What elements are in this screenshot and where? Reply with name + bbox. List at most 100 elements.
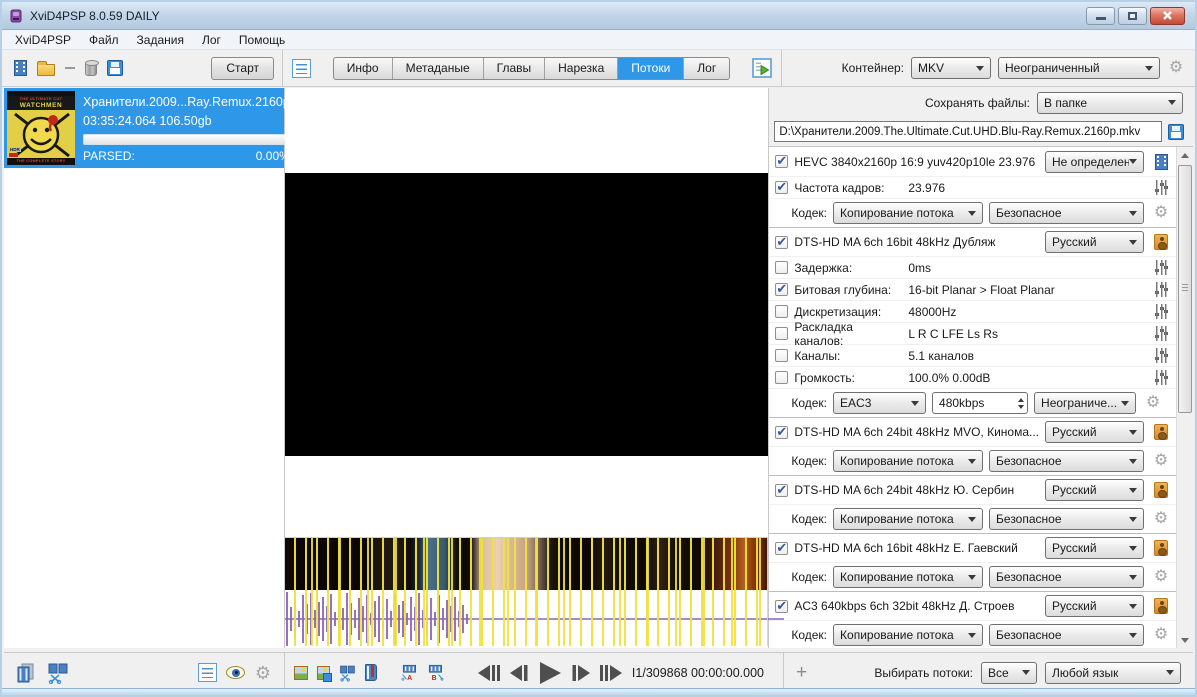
stream-language-dropdown[interactable]: Не определен xyxy=(1045,151,1144,173)
tab-info[interactable]: Инфо xyxy=(334,58,393,79)
codec-mode-dropdown[interactable]: Неограниче... xyxy=(1034,392,1136,414)
task-list-icon[interactable] xyxy=(292,59,311,78)
codec-mode-dropdown[interactable]: Безопасное xyxy=(989,202,1144,224)
prop-checkbox[interactable] xyxy=(775,283,788,296)
menu-help[interactable]: Помощь xyxy=(230,31,294,49)
codec-dropdown[interactable]: Копирование потока xyxy=(833,566,983,588)
preview-eye-icon[interactable] xyxy=(226,666,245,679)
language-filter-dropdown[interactable]: Любой язык xyxy=(1045,662,1181,684)
play-button[interactable] xyxy=(537,661,563,685)
trim-end-b-icon[interactable]: B xyxy=(427,662,444,684)
queue-list-icon[interactable] xyxy=(198,663,217,682)
prop-checkbox[interactable] xyxy=(775,371,788,384)
trim-start-a-icon[interactable]: A xyxy=(401,662,418,684)
codec-settings-gear-icon[interactable]: ⚙ xyxy=(1152,627,1170,643)
spinner-down-icon[interactable] xyxy=(1018,405,1024,409)
bitrate-spinner[interactable]: 480kbps xyxy=(932,392,1028,414)
codec-settings-gear-icon[interactable]: ⚙ xyxy=(1152,569,1170,585)
stream-scrollbar[interactable] xyxy=(1176,147,1193,648)
stream-language-dropdown[interactable]: Русский xyxy=(1045,537,1144,559)
save-icon[interactable] xyxy=(107,60,123,76)
next-frame-button[interactable] xyxy=(570,664,592,682)
settings-gear-icon[interactable]: ⚙ xyxy=(254,665,272,681)
menu-xvid4psp[interactable]: XviD4PSP xyxy=(6,31,80,49)
codec-mode-dropdown[interactable]: Безопасное xyxy=(989,566,1144,588)
scrollbar-thumb[interactable] xyxy=(1178,165,1192,413)
codec-mode-dropdown[interactable]: Безопасное xyxy=(989,508,1144,530)
timeline[interactable] xyxy=(285,537,768,646)
speaker-icon[interactable] xyxy=(1154,424,1168,440)
prop-checkbox[interactable] xyxy=(775,261,788,274)
tab-chapters[interactable]: Главы xyxy=(484,58,546,79)
speaker-icon[interactable] xyxy=(1154,482,1168,498)
stream-checkbox[interactable] xyxy=(775,542,788,555)
open-folder-icon[interactable] xyxy=(37,64,55,76)
stream-checkbox[interactable] xyxy=(775,426,788,439)
output-path-input[interactable] xyxy=(774,121,1162,142)
codec-dropdown[interactable]: Копирование потока xyxy=(833,202,983,224)
remove-task-icon[interactable] xyxy=(65,67,75,69)
sliders-icon[interactable] xyxy=(1155,348,1168,363)
sliders-icon[interactable] xyxy=(1155,260,1168,275)
task-item-selected[interactable]: THE ULTIMATE CUT WATCHMEN HDR THE xyxy=(4,88,284,168)
save-path-icon[interactable] xyxy=(1168,124,1184,140)
close-button[interactable] xyxy=(1150,7,1185,25)
scrollbar-track[interactable] xyxy=(1177,163,1193,632)
prop-checkbox[interactable] xyxy=(775,181,788,194)
spinner-up-icon[interactable] xyxy=(1018,398,1024,402)
restore-button[interactable] xyxy=(1118,7,1147,25)
menu-tasks[interactable]: Задания xyxy=(128,31,193,49)
sliders-icon[interactable] xyxy=(1155,370,1168,385)
prop-checkbox[interactable] xyxy=(775,327,788,340)
stream-language-dropdown[interactable]: Русский xyxy=(1045,479,1144,501)
delete-icon[interactable] xyxy=(85,62,97,76)
open-video-icon[interactable] xyxy=(14,60,27,76)
container-format-dropdown[interactable]: MKV xyxy=(911,57,991,79)
stream-checkbox[interactable] xyxy=(775,236,788,249)
scroll-up-button[interactable] xyxy=(1177,147,1193,163)
film-cut-icon[interactable] xyxy=(47,662,69,684)
codec-settings-gear-icon[interactable]: ⚙ xyxy=(1152,453,1170,469)
start-button[interactable]: Старт xyxy=(211,57,274,80)
screenshot-icon[interactable] xyxy=(294,666,308,680)
container-settings-gear-icon[interactable]: ⚙ xyxy=(1167,60,1185,76)
sliders-icon[interactable] xyxy=(1155,304,1168,319)
tab-cutting[interactable]: Нарезка xyxy=(545,58,618,79)
codec-dropdown[interactable]: Копирование потока xyxy=(833,450,983,472)
select-streams-dropdown[interactable]: Все xyxy=(981,662,1037,684)
next-keyframe-button[interactable] xyxy=(599,664,623,682)
save-screenshot-icon[interactable] xyxy=(317,666,331,680)
codec-settings-gear-icon[interactable]: ⚙ xyxy=(1152,511,1170,527)
prop-checkbox[interactable] xyxy=(775,349,788,362)
container-limit-dropdown[interactable]: Неограниченный xyxy=(998,57,1160,79)
prop-checkbox[interactable] xyxy=(775,305,788,318)
codec-dropdown[interactable]: Копирование потока xyxy=(833,624,983,646)
stream-checkbox[interactable] xyxy=(775,484,788,497)
tab-streams[interactable]: Потоки xyxy=(618,58,684,79)
stream-language-dropdown[interactable]: Русский xyxy=(1045,421,1144,443)
chapters-book-icon[interactable] xyxy=(365,664,377,681)
minimize-button[interactable] xyxy=(1086,7,1115,25)
sliders-icon[interactable] xyxy=(1155,326,1168,341)
video-preview[interactable] xyxy=(285,173,768,456)
stream-checkbox[interactable] xyxy=(775,155,788,168)
codec-dropdown[interactable]: Копирование потока xyxy=(833,508,983,530)
film-icon[interactable] xyxy=(1155,154,1168,170)
save-mode-dropdown[interactable]: В папке xyxy=(1037,92,1183,114)
speaker-icon[interactable] xyxy=(1154,234,1168,250)
cut-fragment-icon[interactable] xyxy=(339,662,356,684)
codec-dropdown[interactable]: EAC3 xyxy=(833,392,926,414)
menu-log[interactable]: Лог xyxy=(193,31,230,49)
add-stream-button[interactable]: + xyxy=(796,663,807,682)
speaker-icon[interactable] xyxy=(1154,540,1168,556)
sliders-icon[interactable] xyxy=(1155,180,1168,195)
film-stack-icon[interactable] xyxy=(16,662,36,684)
codec-mode-dropdown[interactable]: Безопасное xyxy=(989,624,1144,646)
tab-metadata[interactable]: Метаданые xyxy=(393,58,484,79)
prev-keyframe-button[interactable] xyxy=(477,664,501,682)
export-streams-icon[interactable] xyxy=(752,58,772,78)
sliders-icon[interactable] xyxy=(1155,282,1168,297)
codec-mode-dropdown[interactable]: Безопасное xyxy=(989,450,1144,472)
menu-file[interactable]: Файл xyxy=(80,31,128,49)
scroll-down-button[interactable] xyxy=(1177,632,1193,648)
